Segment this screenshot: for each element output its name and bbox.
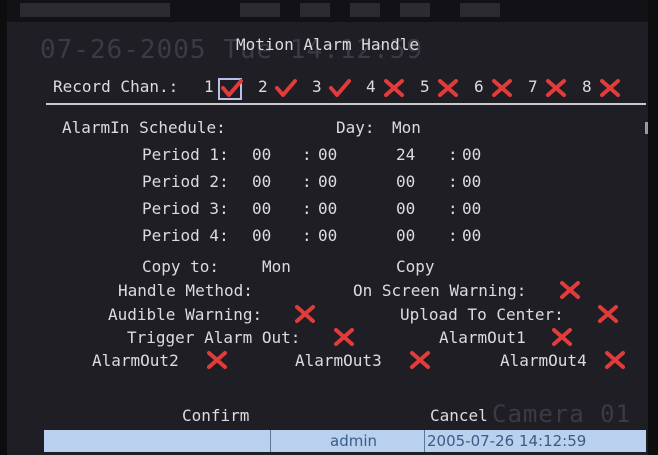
red-checkmark-icon bbox=[221, 79, 243, 97]
alarm-out-1-checkbox[interactable] bbox=[551, 327, 573, 347]
period-4-start-colon: : bbox=[302, 226, 312, 245]
copy-to-day-select[interactable]: Mon bbox=[262, 258, 291, 276]
alarm-out-4-label: AlarmOut4 bbox=[500, 351, 587, 370]
right-edge bbox=[648, 0, 658, 455]
period-1-start-colon: : bbox=[302, 145, 312, 164]
period-2-start-minute[interactable]: 00 bbox=[318, 173, 337, 191]
red-checkmark-icon bbox=[329, 79, 351, 97]
alarm-out-3-label: AlarmOut3 bbox=[295, 351, 382, 370]
channel-8-checkbox[interactable] bbox=[599, 78, 621, 98]
channel-4-number: 4 bbox=[366, 77, 376, 96]
red-cross-icon bbox=[600, 79, 620, 97]
channel-6-number: 6 bbox=[474, 77, 484, 96]
channel-6-checkbox[interactable] bbox=[491, 78, 513, 98]
channel-3-number: 3 bbox=[312, 77, 322, 96]
channel-1-number: 1 bbox=[204, 77, 214, 96]
period-1-start-hour[interactable]: 00 bbox=[252, 146, 271, 164]
period-3-end-colon: : bbox=[448, 199, 458, 218]
scroll-indicator bbox=[645, 122, 648, 134]
period-3-end-minute[interactable]: 00 bbox=[462, 200, 481, 218]
period-2-end-colon: : bbox=[448, 172, 458, 191]
dvr-screen: 07-26-2005 Tue 14:12:59 Camera 01 Motion… bbox=[0, 0, 658, 455]
handle-method-label: Handle Method: bbox=[118, 281, 253, 300]
day-select[interactable]: Mon bbox=[392, 119, 421, 137]
status-cell-empty bbox=[270, 430, 271, 452]
status-bar: admin 2005-07-26 14:12:59 bbox=[44, 430, 646, 452]
period-4-end-minute[interactable]: 00 bbox=[462, 227, 481, 245]
cancel-button[interactable]: Cancel bbox=[430, 407, 488, 425]
red-cross-icon bbox=[598, 305, 618, 323]
red-cross-icon bbox=[207, 351, 227, 369]
on-screen-warning-label: On Screen Warning: bbox=[353, 281, 527, 300]
left-edge bbox=[0, 0, 7, 455]
period-4-label: Period 4: bbox=[142, 226, 229, 245]
channel-2-number: 2 bbox=[258, 77, 268, 96]
channel-1-checkbox[interactable] bbox=[221, 78, 243, 98]
channel-8-number: 8 bbox=[582, 77, 592, 96]
red-cross-icon bbox=[605, 351, 625, 369]
trigger-alarm-out-checkbox[interactable] bbox=[333, 327, 355, 347]
copy-button[interactable]: Copy bbox=[396, 258, 435, 276]
channel-2-checkbox[interactable] bbox=[275, 78, 297, 98]
upload-to-center-checkbox[interactable] bbox=[597, 304, 619, 324]
channel-4-checkbox[interactable] bbox=[383, 78, 405, 98]
copy-to-label: Copy to: bbox=[142, 257, 220, 276]
status-user: admin bbox=[330, 432, 377, 450]
period-1-label: Period 1: bbox=[142, 145, 229, 164]
period-3-start-minute[interactable]: 00 bbox=[318, 200, 337, 218]
red-cross-icon bbox=[546, 79, 566, 97]
channel-3-checkbox[interactable] bbox=[329, 78, 351, 98]
period-2-end-hour[interactable]: 00 bbox=[396, 173, 415, 191]
red-cross-icon bbox=[438, 79, 458, 97]
red-cross-icon bbox=[334, 328, 354, 346]
channel-7-number: 7 bbox=[528, 77, 538, 96]
period-3-label: Period 3: bbox=[142, 199, 229, 218]
alarm-out-3-checkbox[interactable] bbox=[409, 350, 431, 370]
status-cell-user bbox=[424, 430, 425, 452]
period-1-start-minute[interactable]: 00 bbox=[318, 146, 337, 164]
confirm-button[interactable]: Confirm bbox=[182, 407, 249, 425]
period-3-start-colon: : bbox=[302, 199, 312, 218]
audible-warning-label: Audible Warning: bbox=[108, 305, 263, 324]
red-cross-icon bbox=[410, 351, 430, 369]
period-4-end-hour[interactable]: 00 bbox=[396, 227, 415, 245]
top-noise-band bbox=[0, 0, 658, 22]
period-3-start-hour[interactable]: 00 bbox=[252, 200, 271, 218]
period-4-start-minute[interactable]: 00 bbox=[318, 227, 337, 245]
divider-line bbox=[46, 103, 646, 105]
period-1-end-minute[interactable]: 00 bbox=[462, 146, 481, 164]
upload-to-center-label: Upload To Center: bbox=[400, 305, 564, 324]
period-2-start-hour[interactable]: 00 bbox=[252, 173, 271, 191]
channel-7-checkbox[interactable] bbox=[545, 78, 567, 98]
on-screen-warning-checkbox[interactable] bbox=[559, 280, 581, 300]
alarm-out-2-label: AlarmOut2 bbox=[92, 351, 179, 370]
period-2-start-colon: : bbox=[302, 172, 312, 191]
alarm-out-1-label: AlarmOut1 bbox=[439, 328, 526, 347]
osd-camera-name: Camera 01 bbox=[492, 400, 632, 428]
period-1-end-colon: : bbox=[448, 145, 458, 164]
period-3-end-hour[interactable]: 00 bbox=[396, 200, 415, 218]
record-channel-label: Record Chan.: bbox=[53, 77, 179, 96]
alarm-out-2-checkbox[interactable] bbox=[206, 350, 228, 370]
red-cross-icon bbox=[384, 79, 404, 97]
period-2-label: Period 2: bbox=[142, 172, 229, 191]
period-4-start-hour[interactable]: 00 bbox=[252, 227, 271, 245]
trigger-alarm-out-label: Trigger Alarm Out: bbox=[127, 328, 301, 347]
dialog-title: Motion Alarm Handle bbox=[236, 35, 420, 54]
audible-warning-checkbox[interactable] bbox=[294, 304, 316, 324]
period-1-end-hour[interactable]: 24 bbox=[396, 146, 415, 164]
period-4-end-colon: : bbox=[448, 226, 458, 245]
red-cross-icon bbox=[552, 328, 572, 346]
alarm-out-4-checkbox[interactable] bbox=[604, 350, 626, 370]
channel-5-checkbox[interactable] bbox=[437, 78, 459, 98]
channel-5-number: 5 bbox=[420, 77, 430, 96]
red-cross-icon bbox=[492, 79, 512, 97]
day-label: Day: bbox=[336, 118, 375, 137]
red-cross-icon bbox=[295, 305, 315, 323]
red-cross-icon bbox=[560, 281, 580, 299]
red-checkmark-icon bbox=[275, 79, 297, 97]
status-timestamp: 2005-07-26 14:12:59 bbox=[427, 432, 587, 450]
schedule-label: AlarmIn Schedule: bbox=[62, 118, 226, 137]
period-2-end-minute[interactable]: 00 bbox=[462, 173, 481, 191]
